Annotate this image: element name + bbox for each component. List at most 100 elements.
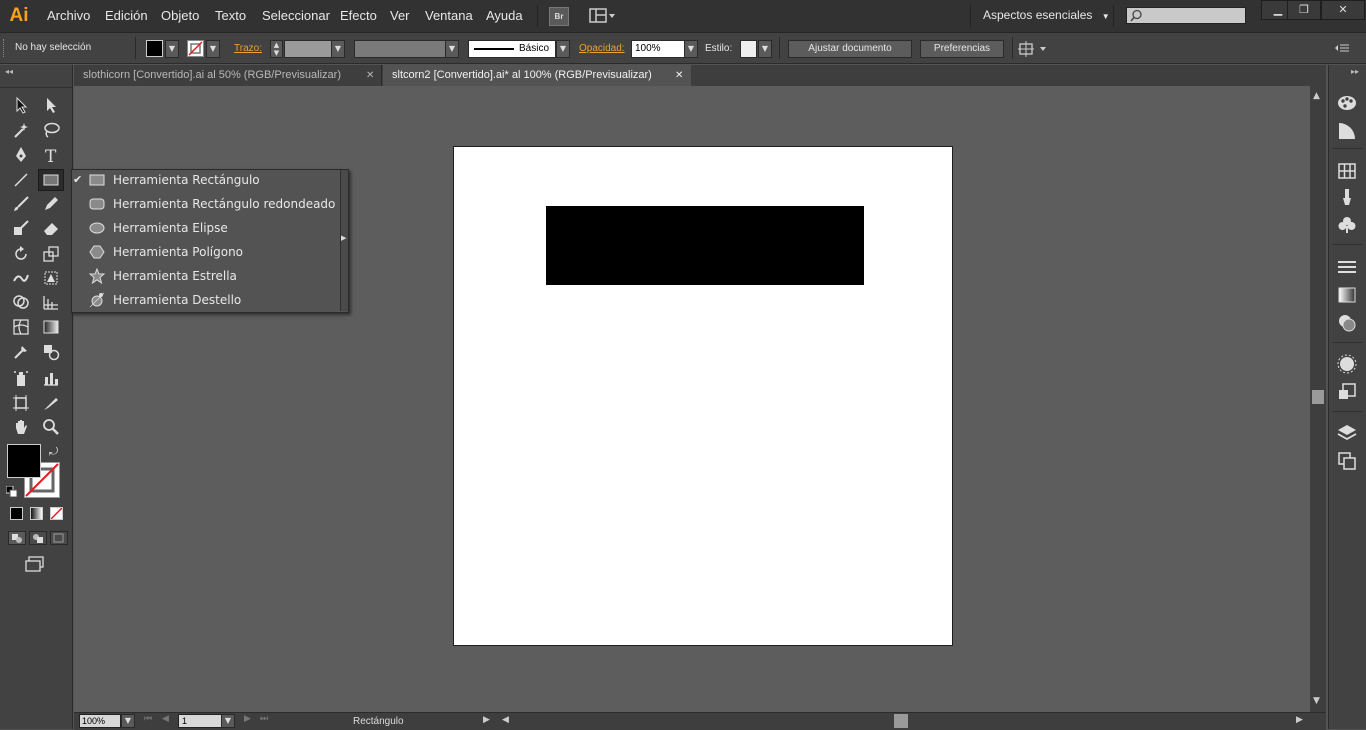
search-input[interactable] bbox=[1126, 7, 1246, 24]
draw-normal-button[interactable] bbox=[8, 531, 26, 545]
default-colors-button[interactable] bbox=[5, 485, 18, 498]
variable-width-dropdown[interactable]: ▼ bbox=[445, 40, 459, 58]
artboard-number-input[interactable]: 1 bbox=[178, 714, 222, 728]
next-artboard-icon[interactable]: ▶ bbox=[244, 714, 251, 724]
stroke-weight-input[interactable] bbox=[284, 40, 332, 58]
status-menu-arrow-icon[interactable]: ▶ bbox=[483, 715, 490, 725]
menu-objeto[interactable]: Objeto bbox=[161, 8, 199, 23]
bridge-button[interactable]: Br bbox=[549, 7, 569, 26]
collapse-panel-icon[interactable]: ◂◂ bbox=[5, 67, 13, 76]
stroke-label[interactable]: Trazo: bbox=[234, 43, 262, 54]
scroll-right-icon[interactable]: ▶ bbox=[1296, 715, 1303, 725]
direct-selection-tool[interactable] bbox=[38, 94, 64, 116]
slice-tool[interactable] bbox=[38, 392, 64, 414]
eraser-tool[interactable] bbox=[38, 217, 64, 239]
workspace-switcher[interactable]: Aspectos esenciales ▼ bbox=[983, 8, 1110, 22]
pen-tool[interactable] bbox=[8, 144, 34, 166]
last-artboard-icon[interactable]: ⏭ bbox=[260, 714, 268, 724]
draw-behind-button[interactable] bbox=[29, 531, 47, 545]
menu-ayuda[interactable]: Ayuda bbox=[486, 8, 523, 23]
menu-archivo[interactable]: Archivo bbox=[47, 8, 90, 23]
close-tab-icon[interactable]: ✕ bbox=[675, 65, 683, 86]
close-tab-icon[interactable]: ✕ bbox=[366, 65, 374, 86]
scale-tool[interactable] bbox=[38, 243, 64, 265]
pencil-tool[interactable] bbox=[38, 193, 64, 215]
draw-inside-button[interactable] bbox=[50, 531, 68, 545]
free-transform-tool[interactable] bbox=[38, 267, 64, 289]
close-button[interactable]: ✕ bbox=[1321, 0, 1365, 20]
fill-dropdown[interactable]: ▼ bbox=[165, 40, 179, 58]
menu-ver[interactable]: Ver bbox=[390, 8, 410, 23]
color-panel-button[interactable] bbox=[1336, 92, 1358, 114]
rectangle-tool[interactable] bbox=[38, 169, 64, 191]
flyout-item-flare[interactable]: Herramienta Destello bbox=[72, 288, 340, 312]
arrange-documents-button[interactable] bbox=[589, 7, 617, 24]
zoom-dropdown[interactable]: ▼ bbox=[121, 714, 135, 728]
menu-edicion[interactable]: Edición bbox=[105, 8, 148, 23]
fill-color-swatch[interactable] bbox=[7, 444, 41, 478]
opacity-input[interactable]: 100% bbox=[631, 40, 685, 58]
blob-brush-tool[interactable] bbox=[8, 217, 34, 239]
hand-tool[interactable] bbox=[8, 416, 34, 438]
flyout-item-polygon[interactable]: Herramienta Polígono bbox=[72, 240, 340, 264]
expand-panels-icon[interactable]: ▸▸ bbox=[1351, 67, 1359, 76]
magic-wand-tool[interactable] bbox=[8, 119, 34, 141]
blend-tool[interactable] bbox=[38, 341, 64, 363]
graphic-style-swatch[interactable] bbox=[740, 40, 757, 58]
perspective-grid-tool[interactable] bbox=[38, 291, 64, 313]
black-rectangle-shape[interactable] bbox=[546, 206, 864, 285]
control-bar-menu[interactable] bbox=[1334, 42, 1350, 54]
tab-sltcorn2[interactable]: sltcorn2 [Convertido].ai* al 100% (RGB/P… bbox=[383, 65, 691, 86]
previous-artboard-icon[interactable]: ◀ bbox=[162, 714, 169, 724]
layers-panel-button[interactable] bbox=[1336, 422, 1358, 444]
menu-seleccionar[interactable]: Seleccionar bbox=[262, 8, 330, 23]
brush-definition-dropdown[interactable]: ▼ bbox=[556, 40, 570, 58]
stroke-dropdown[interactable]: ▼ bbox=[206, 40, 220, 58]
first-artboard-icon[interactable]: ⏮ bbox=[144, 714, 152, 724]
swatches-panel-button[interactable] bbox=[1336, 160, 1358, 182]
eyedropper-tool[interactable] bbox=[8, 341, 34, 363]
scroll-down-icon[interactable]: ▼ bbox=[1313, 696, 1320, 706]
menu-efecto[interactable]: Efecto bbox=[340, 8, 377, 23]
flyout-item-star[interactable]: Herramienta Estrella bbox=[72, 264, 340, 288]
line-segment-tool[interactable] bbox=[8, 169, 34, 191]
symbols-panel-button[interactable] bbox=[1336, 214, 1358, 236]
horizontal-scroll-thumb[interactable] bbox=[894, 714, 908, 728]
mesh-tool[interactable] bbox=[8, 316, 34, 338]
swap-colors-icon[interactable]: ⤾ bbox=[49, 445, 58, 459]
graphic-style-dropdown[interactable]: ▼ bbox=[758, 40, 772, 58]
scroll-left-icon[interactable]: ◀ bbox=[502, 715, 509, 725]
warp-tool[interactable] bbox=[8, 267, 34, 289]
paintbrush-tool[interactable] bbox=[8, 193, 34, 215]
symbol-sprayer-tool[interactable] bbox=[8, 367, 34, 389]
scroll-up-icon[interactable]: ▲ bbox=[1313, 91, 1320, 101]
document-setup-button[interactable]: Ajustar documento bbox=[788, 40, 912, 58]
stroke-panel-button[interactable] bbox=[1336, 256, 1358, 278]
shape-builder-tool[interactable] bbox=[8, 291, 34, 313]
arrange-objects-button[interactable] bbox=[1018, 41, 1050, 57]
fill-swatch[interactable] bbox=[146, 40, 163, 57]
tab-slothicorn[interactable]: slothicorn [Convertido].ai al 50% (RGB/P… bbox=[74, 65, 382, 86]
selection-tool[interactable] bbox=[8, 94, 34, 116]
gradient-tool[interactable] bbox=[38, 316, 64, 338]
stroke-weight-dropdown[interactable]: ▼ bbox=[331, 40, 345, 58]
stroke-swatch[interactable] bbox=[187, 40, 204, 57]
flyout-item-rounded-rectangle[interactable]: Herramienta Rectángulo redondeado bbox=[72, 192, 340, 216]
color-mode-button[interactable] bbox=[10, 507, 23, 520]
type-tool[interactable]: T bbox=[38, 144, 64, 166]
vertical-scroll-thumb[interactable] bbox=[1312, 390, 1324, 404]
preferences-button[interactable]: Preferencias bbox=[920, 40, 1004, 58]
artboard-dropdown[interactable]: ▼ bbox=[221, 714, 235, 728]
zoom-tool[interactable] bbox=[38, 416, 64, 438]
variable-width-profile[interactable] bbox=[354, 40, 446, 58]
transparency-panel-button[interactable] bbox=[1336, 312, 1358, 334]
color-guide-panel-button[interactable] bbox=[1336, 120, 1358, 142]
brush-definition[interactable]: Básico bbox=[468, 40, 556, 58]
rotate-tool[interactable] bbox=[8, 243, 34, 265]
artboards-panel-button[interactable] bbox=[1336, 450, 1358, 472]
tearoff-bar[interactable]: ▶ bbox=[340, 170, 348, 311]
restore-button[interactable]: ❐ bbox=[1287, 0, 1321, 20]
tools-panel-header[interactable] bbox=[0, 77, 72, 88]
zoom-level-input[interactable]: 100% bbox=[79, 714, 121, 728]
gradient-mode-button[interactable] bbox=[30, 507, 43, 520]
